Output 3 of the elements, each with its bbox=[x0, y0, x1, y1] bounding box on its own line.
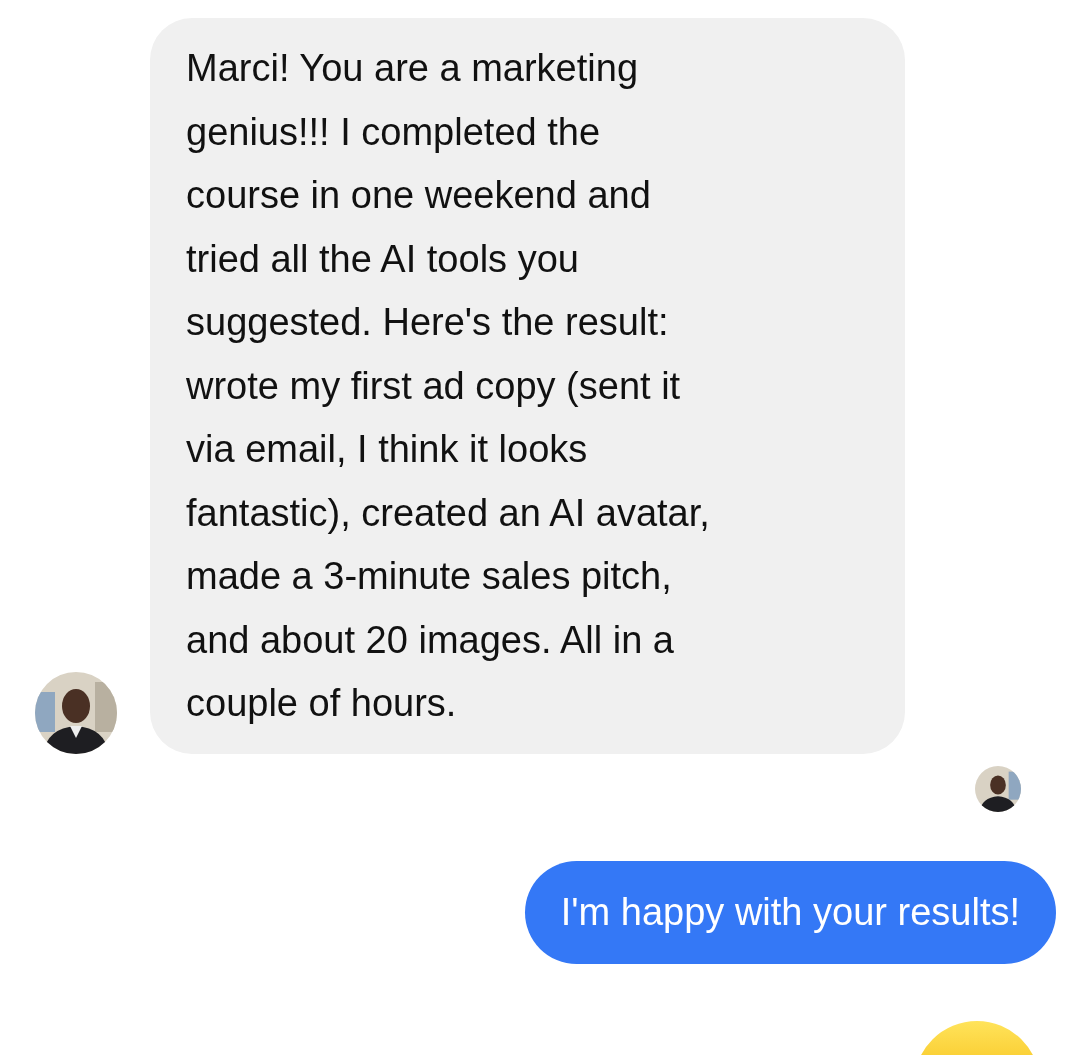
message-bubble: I'm happy with your results! bbox=[524, 860, 1056, 964]
message-bubble: Marci! You are a marketing genius!!! I completed the course in one weekend and tried all the AI tools you suggested. Here's the result: wrote my first ad copy (sent it via email, I think it looks fantastic), created an AI avatar, made a 3-minute sales pitch, and about 20 images. All in a couple of hours. bbox=[150, 18, 905, 754]
read-receipt-avatar bbox=[975, 765, 1021, 812]
